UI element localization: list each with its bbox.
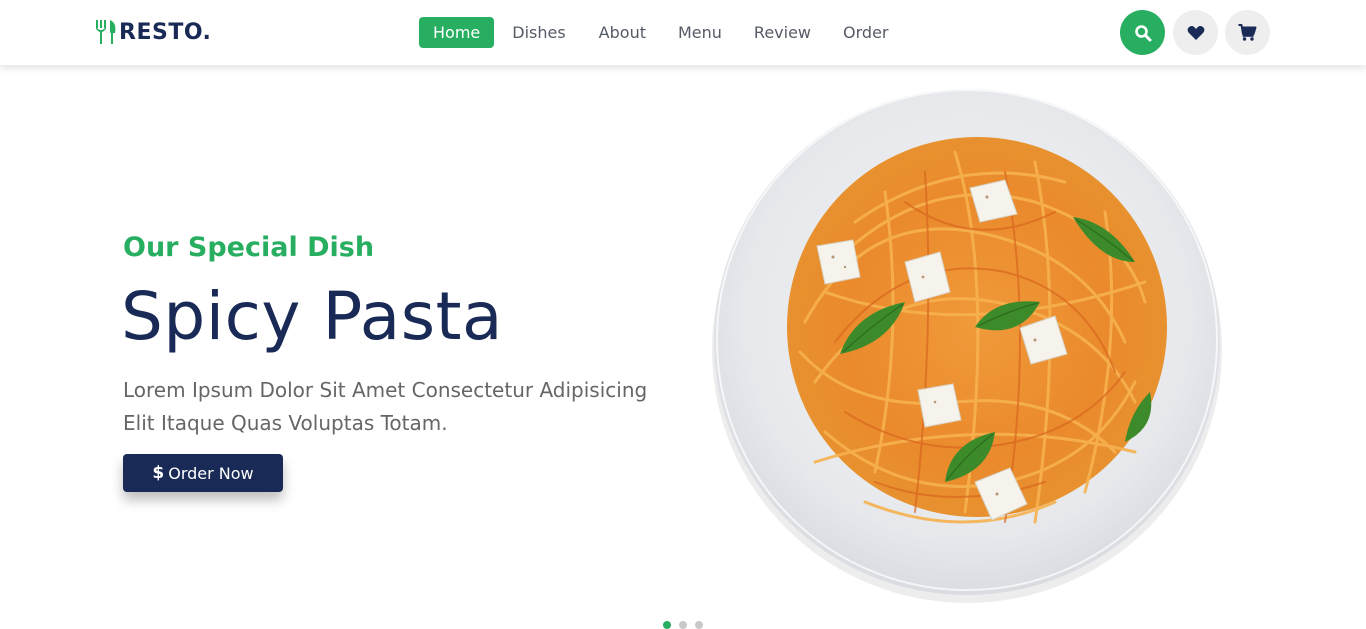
nav-about[interactable]: About	[599, 17, 646, 48]
site-header: RESTO. Home Dishes About Menu Review Ord…	[0, 0, 1366, 65]
spicy-pasta-image	[712, 89, 1222, 603]
main-nav: Home Dishes About Menu Review Order	[419, 16, 888, 49]
heart-icon	[1187, 25, 1204, 40]
nav-home[interactable]: Home	[419, 17, 495, 48]
hero-description: Lorem Ipsum Dolor Sit Amet Consectetur A…	[123, 378, 648, 435]
dollar-icon: $	[152, 463, 165, 483]
cart-button[interactable]	[1225, 10, 1270, 55]
wishlist-button[interactable]	[1173, 10, 1218, 55]
nav-review[interactable]: Review	[754, 17, 811, 48]
search-icon	[1134, 24, 1151, 41]
slider-dot-1[interactable]	[663, 621, 671, 629]
cart-icon	[1238, 24, 1257, 41]
search-button[interactable]	[1120, 10, 1165, 55]
hero-subtitle: Our Special Dish	[123, 232, 375, 263]
slider-pagination	[663, 621, 711, 629]
order-now-button[interactable]: $ Order Now	[123, 454, 283, 492]
nav-dishes[interactable]: Dishes	[512, 17, 565, 48]
order-now-label: Order Now	[168, 463, 254, 483]
utensils-icon	[96, 20, 116, 44]
slider-dot-2[interactable]	[679, 621, 687, 629]
nav-order[interactable]: Order	[843, 17, 888, 48]
logo[interactable]: RESTO.	[95, 18, 211, 46]
hero-title: Spicy Pasta	[121, 278, 503, 355]
logo-text: RESTO.	[119, 19, 212, 45]
nav-menu[interactable]: Menu	[678, 17, 722, 48]
slider-dot-3[interactable]	[695, 621, 703, 629]
